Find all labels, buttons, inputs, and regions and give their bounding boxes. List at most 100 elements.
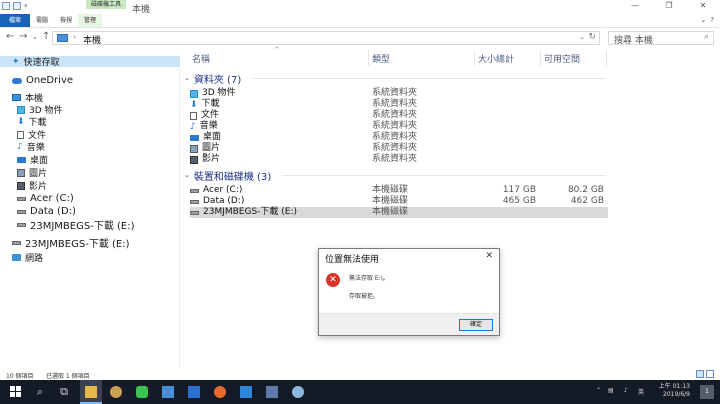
table-row[interactable]: 桌面 系統資料夾 — [190, 132, 608, 143]
cube-icon — [190, 89, 198, 98]
maximize-button[interactable]: ❐ — [652, 0, 686, 12]
dialog-message: 無法存取 E:\。 — [349, 275, 389, 282]
search-icon[interactable]: ⌕ — [704, 32, 709, 42]
qat-dropdown-icon[interactable]: ▾ — [24, 2, 28, 10]
quick-access-toolbar: ▾ — [2, 2, 28, 10]
app-icon-5[interactable] — [292, 386, 304, 398]
nav-item-documents[interactable]: 文件 — [17, 129, 46, 141]
file-explorer-icon[interactable] — [85, 386, 97, 398]
table-row-selected[interactable]: 23MJMBEGS-下載 (E:) 本機磁碟 — [190, 207, 608, 218]
nav-item-drive-c[interactable]: Acer (C:) — [17, 193, 74, 204]
address-bar[interactable]: › 本機 ⌄ ↻ — [52, 31, 600, 46]
table-row[interactable]: 文件 系統資料夾 — [190, 110, 608, 121]
windows-start-icon[interactable] — [10, 386, 22, 398]
taskbar-clock[interactable]: 上午 01:13 2019/6/9 — [654, 383, 690, 399]
forward-arrow-icon[interactable]: → — [19, 31, 27, 42]
column-header-free-space[interactable]: 可用空間 — [544, 52, 580, 65]
dialog-close-icon[interactable]: ✕ — [485, 251, 493, 261]
search-icon[interactable]: ⌕ — [34, 386, 46, 398]
tab-computer[interactable]: 電腦 — [30, 14, 54, 27]
back-arrow-icon[interactable]: ← — [6, 31, 14, 42]
nav-removable-drive-e[interactable]: 23MJMBEGS-下載 (E:) — [12, 237, 129, 250]
nav-item-downloads[interactable]: ⬇ 下載 — [17, 116, 47, 128]
large-icons-view-icon[interactable] — [706, 370, 714, 378]
dialog-footer: 確定 — [319, 313, 499, 335]
table-row[interactable]: ⬇ 下載 系統資料夾 — [190, 99, 608, 110]
new-folder-icon[interactable] — [13, 2, 21, 10]
tab-file[interactable]: 檔案 — [0, 14, 30, 27]
table-row[interactable]: 3D 物件 系統資料夾 — [190, 88, 608, 99]
column-divider[interactable] — [368, 50, 369, 66]
help-icon[interactable]: ? — [710, 16, 714, 24]
drive-icon — [17, 209, 26, 214]
collapse-chevron-icon[interactable]: ⌄ — [184, 74, 190, 82]
mail-icon[interactable] — [240, 386, 252, 398]
column-header-type[interactable]: 類型 — [372, 52, 390, 65]
nav-network[interactable]: 網路 — [12, 252, 43, 264]
close-button[interactable]: ✕ — [686, 0, 720, 12]
drive-icon — [17, 196, 26, 201]
table-row[interactable]: Acer (C:) 本機磁碟 117 GB 80.2 GB — [190, 185, 608, 196]
status-selected-count: 已選取 1 個項目 — [46, 373, 90, 380]
breadcrumb-chevron-icon[interactable]: › — [73, 32, 76, 41]
nav-item-desktop[interactable]: 桌面 — [17, 154, 48, 166]
tab-view[interactable]: 檢視 — [54, 14, 78, 27]
download-arrow-icon: ⬇ — [190, 99, 198, 110]
nav-item-videos[interactable]: 影片 — [17, 180, 47, 192]
chevron-down-icon[interactable]: ⌄ — [700, 16, 706, 24]
group-header-drives[interactable]: ⌄ 裝置和磁碟機 (3) — [184, 169, 271, 183]
column-header-name[interactable]: 名稱 — [192, 52, 210, 65]
column-divider[interactable] — [474, 50, 475, 66]
task-view-icon[interactable]: ⧉ — [58, 386, 70, 398]
table-row[interactable]: 影片 系統資料夾 — [190, 154, 608, 165]
collapse-chevron-icon[interactable]: ⌄ — [184, 171, 190, 179]
app-icon-3[interactable] — [188, 386, 200, 398]
breadcrumb[interactable]: 本機 — [83, 33, 101, 46]
nav-item-drive-e[interactable]: 23MJMBEGS-下載 (E:) — [17, 219, 134, 232]
column-header-total-size[interactable]: 大小總計 — [478, 52, 514, 65]
minimize-button[interactable]: — — [618, 0, 652, 12]
nav-item-drive-d[interactable]: Data (D:) — [17, 206, 76, 217]
app-icon-4[interactable] — [266, 386, 278, 398]
nav-this-pc[interactable]: 本機 — [12, 92, 43, 104]
firefox-icon[interactable] — [214, 386, 226, 398]
refresh-icon[interactable]: ↻ — [588, 32, 596, 42]
network-status-icon[interactable]: ▤ — [608, 387, 614, 394]
ok-button[interactable]: 確定 — [459, 319, 493, 331]
download-arrow-icon: ⬇ — [17, 116, 25, 127]
group-header-folders[interactable]: ⌄ 資料夾 (7) — [184, 72, 241, 86]
notification-center-icon[interactable]: 1 — [700, 385, 714, 399]
tab-manage[interactable]: 管理 — [78, 14, 103, 27]
properties-icon[interactable] — [2, 2, 10, 10]
up-arrow-icon[interactable]: ↑ — [42, 31, 50, 42]
column-divider[interactable] — [606, 50, 607, 66]
search-placeholder: 搜尋 本機 — [614, 36, 653, 46]
address-dropdown-icon[interactable]: ⌄ — [579, 33, 585, 41]
recent-locations-chevron-icon[interactable]: ⌄ — [32, 33, 38, 41]
app-icon-2[interactable] — [162, 386, 174, 398]
volume-icon[interactable]: ♪ — [624, 387, 628, 394]
tray-overflow-chevron-icon[interactable]: ⌃ — [596, 387, 601, 394]
nav-onedrive[interactable]: OneDrive — [12, 75, 73, 86]
nav-item-music[interactable]: ♪ 音樂 — [17, 141, 45, 153]
picture-icon — [190, 144, 198, 153]
music-note-icon: ♪ — [190, 121, 196, 132]
video-icon — [190, 155, 198, 164]
table-row[interactable]: ♪ 音樂 系統資料夾 — [190, 121, 608, 132]
nav-item-3d-objects[interactable]: 3D 物件 — [17, 104, 63, 116]
column-divider[interactable] — [540, 50, 541, 66]
details-view-icon[interactable] — [696, 370, 704, 378]
title-bar: ▾ 磁碟機工具 本機 — ❐ ✕ — [0, 0, 720, 15]
table-row[interactable]: Data (D:) 本機磁碟 465 GB 462 GB — [190, 196, 608, 207]
cloud-icon — [12, 77, 22, 84]
desktop-icon — [190, 134, 199, 141]
search-input[interactable]: 搜尋 本機 ⌕ — [608, 31, 714, 46]
cube-icon — [17, 105, 25, 114]
taskbar: ⌕ ⧉ ⌃ ▤ ♪ 英 上午 01:13 2019/6/9 1 — [0, 380, 720, 404]
nav-quick-access[interactable]: ✦ 快速存取 — [0, 56, 180, 68]
app-icon-1[interactable] — [110, 386, 122, 398]
ime-indicator[interactable]: 英 — [638, 387, 644, 396]
nav-item-pictures[interactable]: 圖片 — [17, 167, 47, 179]
table-row[interactable]: 圖片 系統資料夾 — [190, 143, 608, 154]
line-chat-icon[interactable] — [136, 386, 148, 398]
